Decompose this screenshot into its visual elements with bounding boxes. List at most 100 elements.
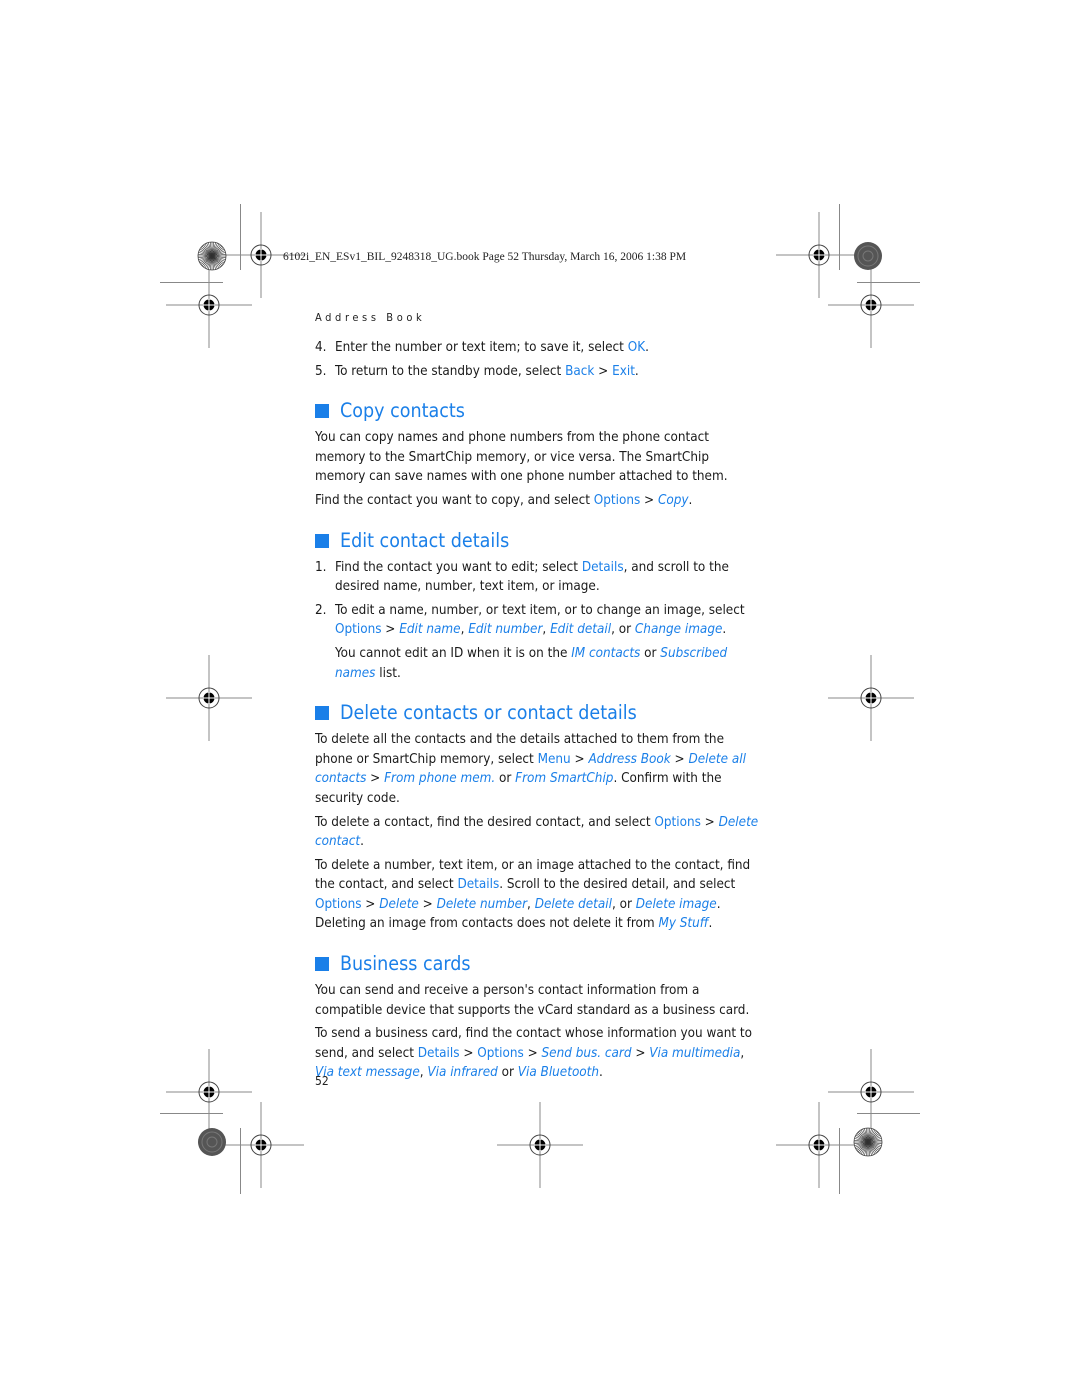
steps-list: 4. Enter the number or text item; to save… xyxy=(315,338,760,381)
text-run: or xyxy=(495,771,516,787)
menu-item-label: My Stuff xyxy=(658,916,709,932)
text-run: Find the contact you want to copy, and s… xyxy=(315,492,594,508)
softkey-label: Options xyxy=(654,814,701,830)
text-run: You cannot edit an ID when it is on the xyxy=(335,645,572,661)
registration-mark-icon xyxy=(828,262,914,348)
step-item: 1. Find the contact you want to edit; sel… xyxy=(315,558,760,597)
menu-item-label: Send bus. card xyxy=(541,1045,632,1061)
heading-square-icon xyxy=(315,957,329,972)
text-run: > xyxy=(523,1045,542,1061)
text-run: > xyxy=(459,1045,478,1061)
menu-item-label: Delete number xyxy=(436,896,528,912)
text-run: > xyxy=(700,814,719,830)
steps-list: 1. Find the contact you want to edit; sel… xyxy=(315,558,760,640)
text-run: , or xyxy=(611,622,635,638)
paragraph: Find the contact you want to copy, and s… xyxy=(315,491,760,511)
text-run: or xyxy=(640,645,661,661)
page-content: 4. Enter the number or text item; to save… xyxy=(315,338,760,1087)
menu-item-label: From SmartChip xyxy=(515,771,614,787)
paragraph: You can copy names and phone numbers fro… xyxy=(315,430,728,485)
text-run: > xyxy=(381,622,400,638)
gray-rosette-icon xyxy=(854,242,882,270)
menu-item-label: Via multimedia xyxy=(649,1045,741,1061)
heading-square-icon xyxy=(315,404,329,419)
registration-mark-icon xyxy=(828,655,914,741)
registration-mark-icon xyxy=(166,655,252,741)
text-run: > xyxy=(570,751,589,767)
registration-mark-icon xyxy=(218,1102,304,1188)
text-run: , xyxy=(740,1045,745,1061)
menu-item-label: IM contacts xyxy=(571,645,641,661)
menu-item-label: Via text message xyxy=(315,1065,420,1081)
text-run: . xyxy=(688,492,693,508)
text-run: . Scroll to the desired detail, and sele… xyxy=(499,877,736,893)
softkey-label: Back xyxy=(565,363,595,379)
softkey-label: Details xyxy=(417,1045,460,1061)
menu-item-label: From phone mem. xyxy=(384,771,496,787)
text-run: . xyxy=(708,916,713,932)
text-run: > xyxy=(631,1045,650,1061)
step-item: 4. Enter the number or text item; to save… xyxy=(315,338,760,358)
color-rosette-icon xyxy=(853,1127,883,1157)
section-heading-delete-contacts: Delete contacts or contact details xyxy=(315,701,760,725)
softkey-label: Options xyxy=(477,1045,524,1061)
menu-item-label: Via infrared xyxy=(427,1065,498,1081)
paragraph: To delete all the contacts and the detai… xyxy=(315,730,760,808)
text-run: . xyxy=(634,363,639,379)
paragraph: To send a business card, find the contac… xyxy=(315,1024,760,1083)
step-number: 5. xyxy=(315,363,327,379)
softkey-label: OK xyxy=(627,340,646,355)
registration-mark-icon xyxy=(776,1102,862,1188)
note-paragraph: You cannot edit an ID when it is on the … xyxy=(315,644,760,683)
softkey-label: Options xyxy=(335,622,382,638)
step-text: To return to the standby mode, select Ba… xyxy=(335,362,760,382)
running-head: Address Book xyxy=(315,311,426,324)
text-run: To delete a contact, find the desired co… xyxy=(315,814,655,830)
color-rosette-icon xyxy=(197,241,227,271)
softkey-label: Options xyxy=(593,492,641,508)
menu-item-label: Delete xyxy=(379,896,419,912)
menu-item-label: Copy xyxy=(657,492,689,508)
heading-square-icon xyxy=(315,533,329,548)
text-run: > xyxy=(640,492,658,508)
step-text: Enter the number or text item; to save i… xyxy=(335,338,760,358)
print-file-info: 6102i_EN_ESv1_BIL_9248318_UG.book Page 5… xyxy=(283,251,687,263)
section-heading-business-cards: Business cards xyxy=(315,952,760,976)
text-run: Enter the number or text item; to save i… xyxy=(335,340,628,355)
menu-item-label: Delete image xyxy=(635,896,717,912)
softkey-label: Details xyxy=(457,877,500,893)
text-run: To edit a name, number, or text item, or… xyxy=(335,602,745,618)
gray-rosette-icon xyxy=(198,1128,226,1156)
text-run: , xyxy=(527,896,535,912)
text-run: > xyxy=(594,363,613,379)
menu-item-label: Via Bluetooth xyxy=(517,1065,600,1081)
text-run: . xyxy=(645,340,649,355)
text-run: list. xyxy=(375,665,401,681)
text-run: , or xyxy=(611,896,636,912)
section-heading-edit-contact-details: Edit contact details xyxy=(315,529,760,553)
text-run: > xyxy=(670,751,689,767)
step-item: 2. To edit a name, number, or text item, … xyxy=(315,601,760,640)
text-run: or xyxy=(497,1065,518,1081)
step-text: Find the contact you want to edit; selec… xyxy=(335,558,760,597)
page-number: 52 xyxy=(315,1074,329,1088)
text-run: > xyxy=(418,896,437,912)
text-run: . xyxy=(360,834,364,850)
menu-item-label: Change image xyxy=(634,622,723,638)
text-run: . xyxy=(599,1065,603,1081)
text-run: , xyxy=(542,622,551,638)
step-text: To edit a name, number, or text item, or… xyxy=(335,601,760,640)
menu-item-label: Edit detail xyxy=(550,622,612,638)
text-run: Find the contact you want to edit; selec… xyxy=(335,559,582,575)
registration-mark-icon xyxy=(497,1102,583,1188)
softkey-label: Exit xyxy=(612,363,635,379)
text-run: > xyxy=(366,771,385,787)
softkey-label: Details xyxy=(581,559,624,575)
heading-square-icon xyxy=(315,706,329,721)
registration-mark-icon xyxy=(166,262,252,348)
paragraph: You can send and receive a person's cont… xyxy=(315,983,750,1018)
menu-item-label: Edit name xyxy=(399,622,461,638)
softkey-label: Options xyxy=(315,896,362,912)
menu-item-label: Edit number xyxy=(468,622,543,638)
section-heading-copy-contacts: Copy contacts xyxy=(315,399,760,423)
